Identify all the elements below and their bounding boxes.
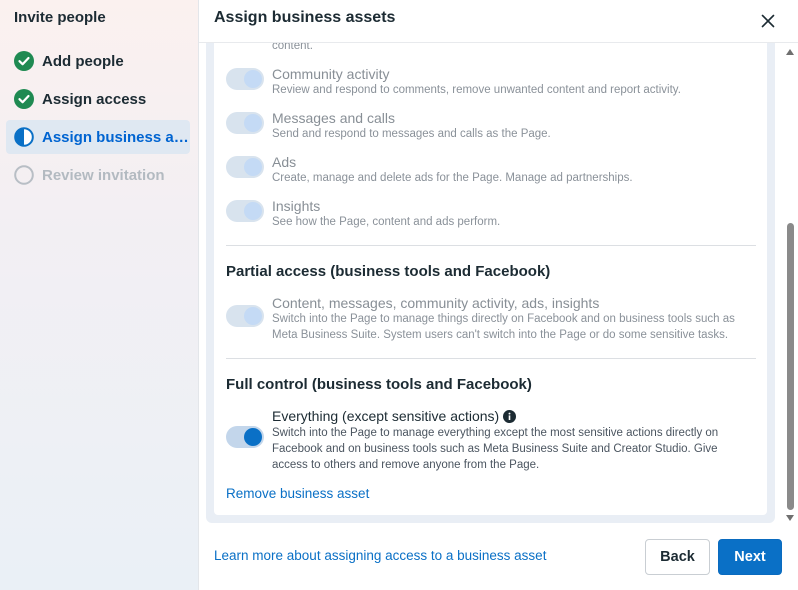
check-circle-icon [14,89,34,109]
content-frame: content. Community activity Review and r… [206,43,775,523]
next-button[interactable]: Next [718,539,782,575]
step-assign-access[interactable]: Assign access [6,82,190,116]
scrollbar-thumb[interactable] [787,223,794,510]
partial-access-toggle[interactable] [226,305,264,327]
close-button[interactable] [756,9,780,33]
dialog-title: Assign business assets [214,9,396,26]
permission-description: Review and respond to comments, remove u… [272,84,681,96]
step-label: Assign business assets [42,128,190,146]
scrollbar[interactable] [783,43,797,524]
section-divider [226,245,756,246]
permission-description: Create, manage and delete ads for the Pa… [272,172,633,184]
check-circle-icon [14,51,34,71]
toggle-knob [244,428,262,446]
section-divider [226,358,756,359]
empty-circle-icon [14,165,34,185]
permission-title: Ads [272,154,297,170]
permission-description: Switch into the Page to manage everythin… [272,427,719,471]
permission-description: Send and respond to messages and calls a… [272,128,551,140]
step-label: Review invitation [42,166,165,184]
step-assign-business-assets[interactable]: Assign business assets [6,120,190,154]
toggle-knob [244,307,262,325]
permission-description: See how the Page, content and ads perfor… [272,216,501,228]
messages-calls-toggle[interactable] [226,112,264,134]
content-panel: content. Community activity Review and r… [214,43,767,515]
back-button[interactable]: Back [645,539,710,575]
scroll-down-arrow-icon[interactable] [786,515,794,521]
sidebar-title: Invite people [14,9,106,26]
step-add-people[interactable]: Add people [6,44,190,78]
toggle-knob [244,70,262,88]
step-label: Assign access [42,90,147,108]
toggle-knob [244,114,262,132]
permission-title: Insights [272,198,321,214]
step-label: Add people [42,52,124,70]
full-control-heading: Full control (business tools and Faceboo… [226,376,532,393]
sidebar: Invite people Add people Assign access A… [0,0,199,590]
permission-title: Community activity [272,66,390,82]
scroll-up-arrow-icon[interactable] [786,49,794,55]
close-icon [761,14,775,28]
insights-toggle[interactable] [226,200,264,222]
permission-title: Everything (except sensitive actions) [272,408,517,424]
remove-business-asset-link[interactable]: Remove business asset [226,486,369,501]
partial-access-heading: Partial access (business tools and Faceb… [226,263,551,280]
full-control-toggle[interactable] [226,426,264,448]
toggle-knob [244,158,262,176]
dialog-header: Assign business assets [199,0,798,43]
full-control-title: Everything (except sensitive actions) [272,408,500,424]
half-circle-progress-icon [14,127,34,147]
info-icon[interactable] [503,410,517,423]
community-activity-toggle[interactable] [226,68,264,90]
truncated-description: content. [272,43,313,52]
ads-toggle[interactable] [226,156,264,178]
permission-description: Switch into the Page to manage things di… [272,313,735,341]
permission-title: Messages and calls [272,110,395,126]
permission-title: Content, messages, community activity, a… [272,295,600,311]
toggle-knob [244,202,262,220]
learn-more-link[interactable]: Learn more about assigning access to a b… [214,548,546,563]
step-review-invitation[interactable]: Review invitation [6,158,190,192]
